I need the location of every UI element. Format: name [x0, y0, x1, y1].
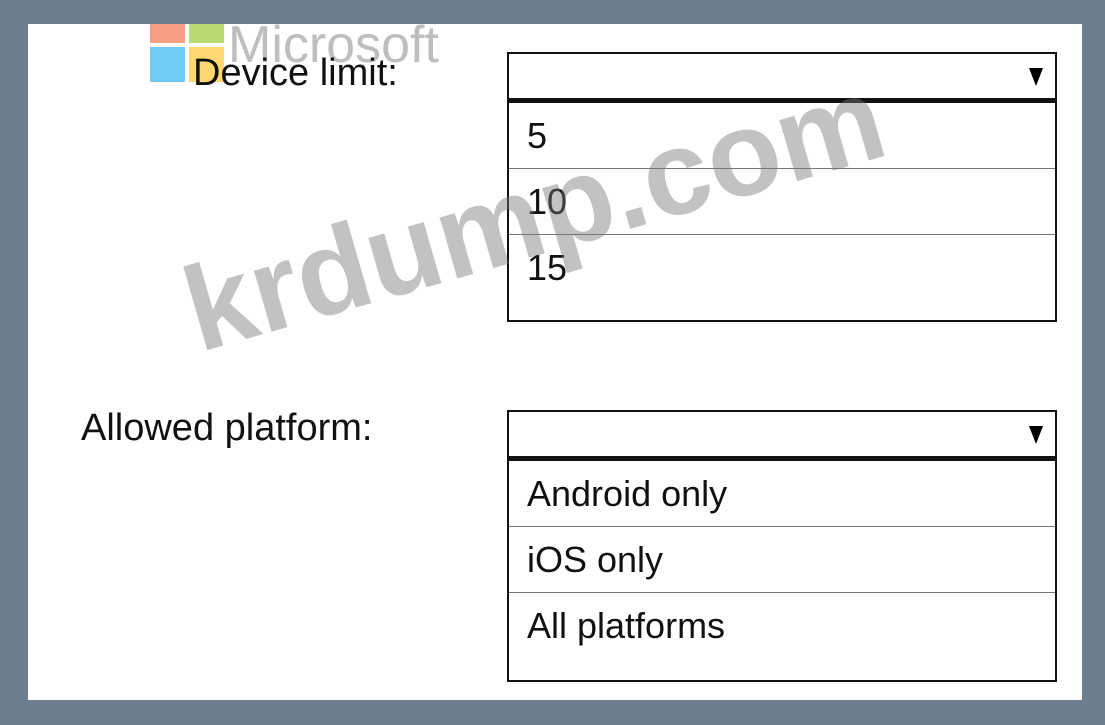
- triangle-down-icon[interactable]: [1029, 426, 1043, 444]
- device-limit-option[interactable]: 15: [509, 235, 1055, 301]
- device-limit-option[interactable]: 10: [509, 169, 1055, 235]
- allowed-platform-dropdown[interactable]: Android only iOS only All platforms: [507, 410, 1057, 682]
- device-limit-dropdown[interactable]: 5 10 15: [507, 52, 1057, 322]
- answer-area-panel: Microsoft Device limit: 5 10 15 Allowed …: [28, 24, 1082, 700]
- device-limit-option[interactable]: 5: [509, 103, 1055, 169]
- device-limit-label: Device limit:: [193, 52, 398, 94]
- logo-square-red: [150, 24, 185, 43]
- logo-square-blue: [150, 47, 185, 82]
- allowed-platform-option[interactable]: iOS only: [509, 527, 1055, 593]
- allowed-platform-label: Allowed platform:: [81, 407, 373, 449]
- allowed-platform-select-box[interactable]: [509, 412, 1055, 461]
- allowed-platform-option[interactable]: Android only: [509, 461, 1055, 527]
- device-limit-select-box[interactable]: [509, 54, 1055, 103]
- allowed-platform-option[interactable]: All platforms: [509, 593, 1055, 659]
- logo-square-green: [189, 24, 224, 43]
- triangle-down-icon[interactable]: [1029, 68, 1043, 86]
